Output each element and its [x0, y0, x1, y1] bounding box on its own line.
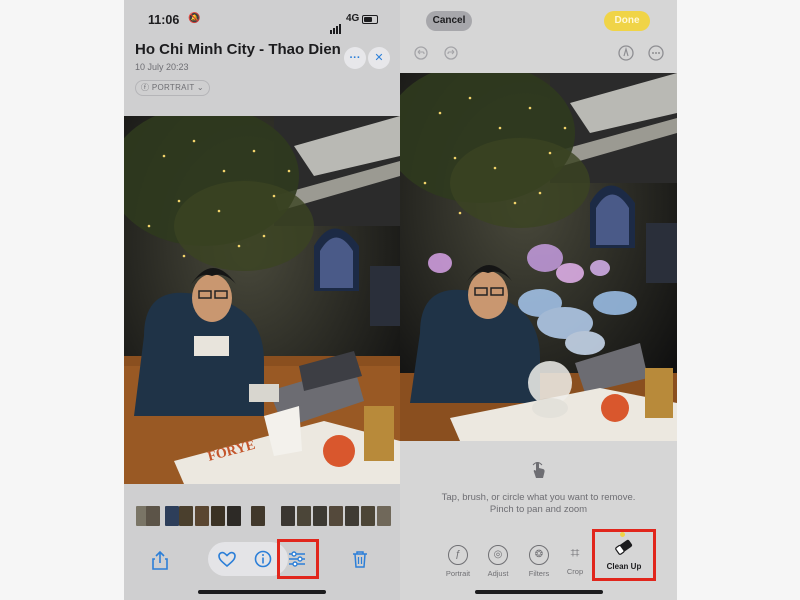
tap-gesture-hint [530, 460, 548, 485]
signal-icon [330, 16, 342, 34]
zoom-instruction: Pinch to pan and zoom [489, 504, 588, 515]
undo-icon [414, 46, 428, 60]
ellipsis-icon [648, 45, 664, 61]
filters-icon: ❂ [529, 545, 549, 565]
clean-up-tool[interactable]: Clean Up [597, 532, 651, 577]
clean-up-label: Clean Up [606, 562, 642, 571]
undo-button[interactable] [414, 46, 428, 65]
info-button[interactable] [254, 550, 272, 573]
delete-button[interactable] [352, 550, 368, 573]
clean-up-editor-screen: Cancel Done Tap, brush, or circle what y… [400, 0, 677, 600]
redo-icon [444, 46, 458, 60]
editable-photo[interactable] [400, 73, 677, 441]
portrait-tool[interactable]: ƒ Portrait [438, 545, 478, 578]
portrait-badge[interactable]: ⓕ PORTRAIT ⌄ [135, 80, 210, 96]
highlight-adjust-button [277, 539, 319, 579]
silent-bell-icon: 🔕 [188, 13, 201, 24]
crop-tool-label: Crop [566, 567, 584, 576]
home-indicator [198, 590, 326, 594]
network-label: 4G [346, 13, 360, 24]
photo-image: FORYE [124, 116, 400, 484]
favorite-button[interactable] [218, 551, 236, 572]
selected-indicator-dot [620, 532, 625, 537]
crop-icon: ⌗ [570, 545, 580, 562]
crop-tool[interactable]: ⌗ Crop [561, 545, 589, 576]
photo-image [400, 73, 677, 441]
redo-button[interactable] [444, 46, 458, 65]
trash-icon [353, 551, 367, 568]
photo-date: 10 July 20:23 [135, 62, 189, 72]
portrait-tool-label: Portrait [445, 569, 471, 578]
portrait-badge-label: PORTRAIT [151, 83, 195, 92]
cancel-button[interactable]: Cancel [426, 11, 472, 31]
portrait-f-icon: ƒ [448, 545, 468, 565]
share-icon [152, 550, 168, 570]
main-photo: FORYE [124, 116, 400, 484]
clock: 11:06 [148, 13, 180, 27]
done-button[interactable]: Done [604, 11, 650, 31]
close-button[interactable]: ✕ [368, 47, 390, 69]
tap-hand-icon [532, 462, 545, 478]
info-icon [254, 550, 272, 568]
more-button[interactable]: ··· [344, 47, 366, 69]
filters-tool-label: Filters [528, 569, 550, 578]
markup-button[interactable] [618, 45, 634, 66]
heart-icon [218, 551, 236, 568]
portrait-f-icon: ⓕ [141, 83, 152, 92]
more-options-button[interactable] [648, 45, 664, 66]
filters-tool[interactable]: ❂ Filters [519, 545, 559, 578]
eraser-icon [615, 539, 633, 555]
home-indicator [474, 590, 603, 594]
photo-viewer-screen: 11:06 🔕 4G Ho Chi Minh City - Thao Dien … [124, 0, 400, 600]
battery-icon [362, 15, 378, 24]
status-bar: 11:06 🔕 4G [124, 0, 400, 38]
markup-pen-icon [618, 45, 634, 61]
adjust-tool[interactable]: ◎ Adjust [478, 545, 518, 578]
adjust-dial-icon: ◎ [488, 545, 508, 565]
share-button[interactable] [152, 550, 168, 575]
photo-location-title: Ho Chi Minh City - Thao Dien [135, 41, 341, 58]
clean-up-instruction: Tap, brush, or circle what you want to r… [441, 492, 636, 503]
adjust-tool-label: Adjust [487, 569, 509, 578]
chevron-down-icon: ⌄ [194, 83, 204, 92]
